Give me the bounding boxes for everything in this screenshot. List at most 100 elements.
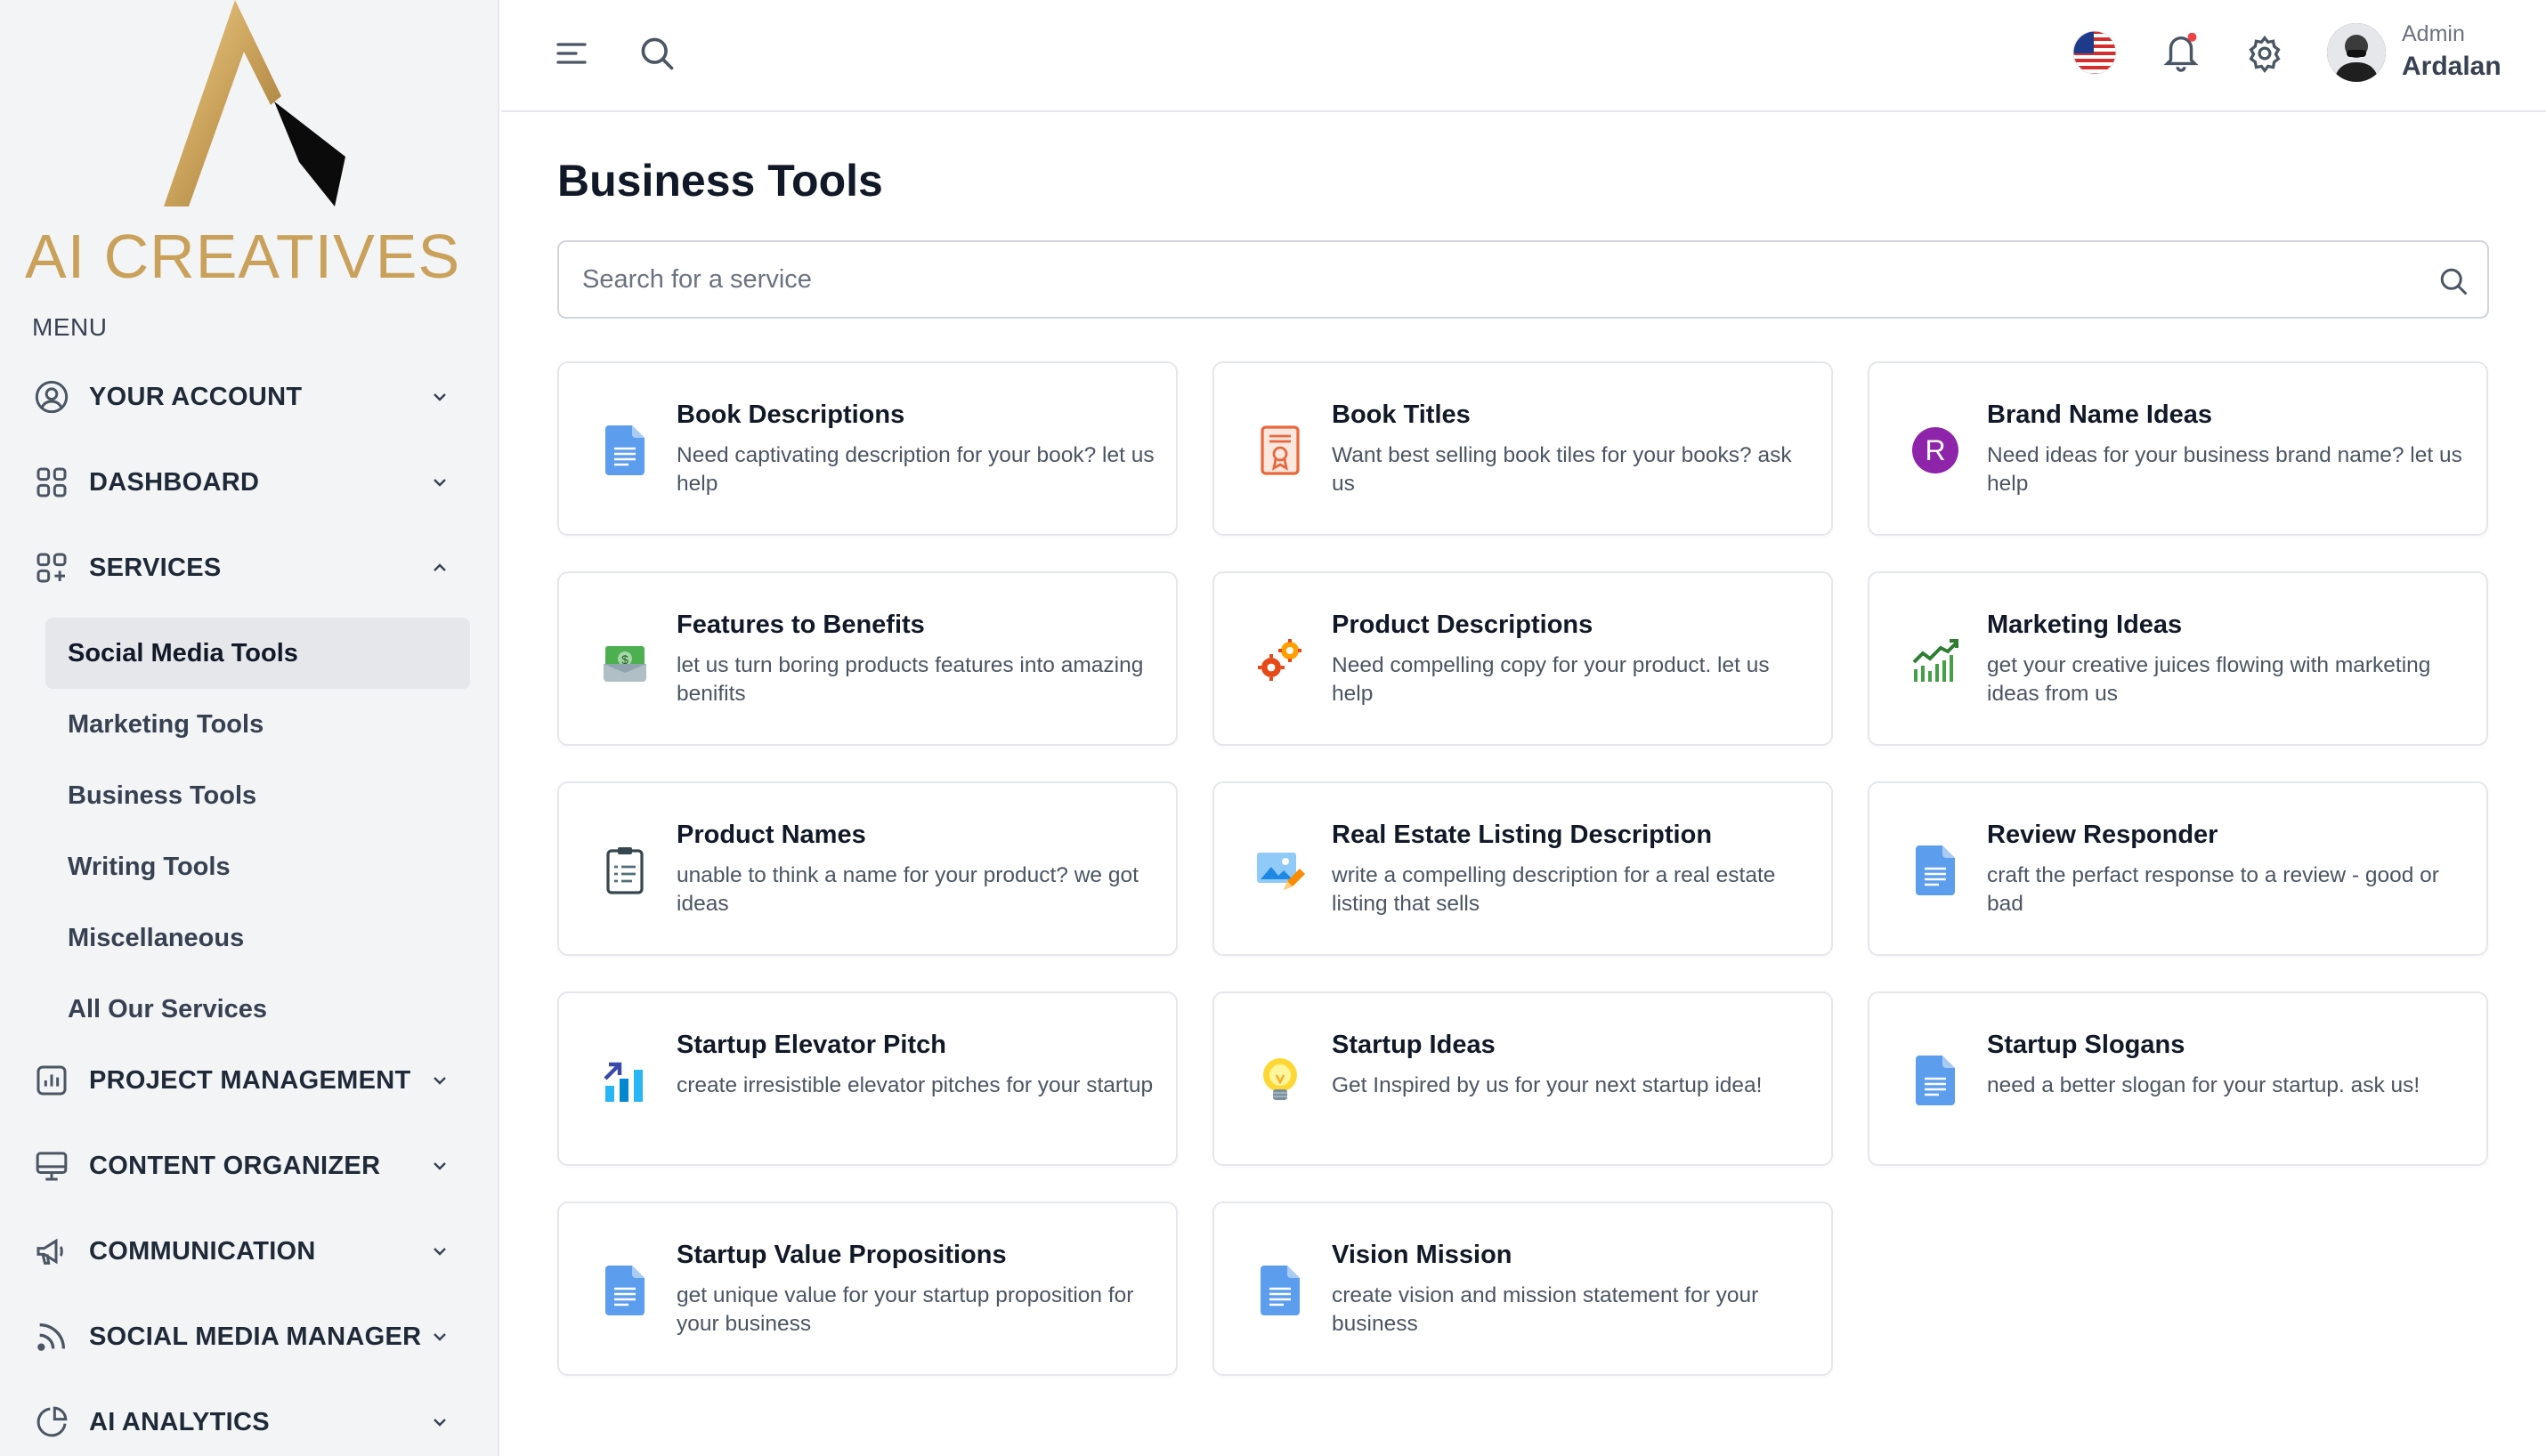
document-icon (600, 1264, 650, 1317)
document-icon (1910, 1054, 1960, 1107)
service-card[interactable]: Startup Value Propositions get unique va… (557, 1201, 1178, 1376)
document-icon (600, 424, 650, 477)
service-card[interactable]: Marketing Ideas get your creative juices… (1868, 571, 2488, 746)
pie-chart-icon (32, 1403, 71, 1442)
growth-chart-icon (1910, 634, 1960, 687)
service-card[interactable]: Product Names unable to think a name for… (557, 781, 1178, 956)
lightbulb-icon (1255, 1054, 1305, 1107)
chevron-down-icon (434, 393, 446, 401)
service-card[interactable]: Book Titles Want best selling book tiles… (1212, 361, 1833, 536)
service-card[interactable]: Book Descriptions Need captivating descr… (557, 361, 1178, 536)
card-description: create vision and mission statement for … (1332, 1283, 1759, 1336)
avatar[interactable] (2327, 23, 2386, 82)
card-title: Startup Value Propositions (677, 1241, 1007, 1269)
sub-item-social-media-tools[interactable]: Social Media Tools (45, 618, 470, 689)
document-icon (1255, 1264, 1305, 1317)
nav-ai-analytics[interactable]: AI ANALYTICS (32, 1395, 450, 1449)
gears-icon (1255, 634, 1305, 687)
service-card[interactable]: Vision Mission create vision and mission… (1212, 1201, 1833, 1376)
nav-services[interactable]: SERVICES (32, 541, 450, 595)
picture-edit-icon (1255, 844, 1305, 897)
chevron-down-icon (434, 1077, 446, 1085)
nav-content-organizer[interactable]: CONTENT ORGANIZER (32, 1139, 450, 1193)
card-description: Need ideas for your business brand name?… (1987, 443, 2462, 496)
nav-social-media-manager[interactable]: SOCIAL MEDIA MANAGER (32, 1310, 450, 1363)
us-flag-icon[interactable] (2071, 28, 2119, 77)
bell-icon[interactable] (2158, 27, 2204, 77)
letter-r-icon: R (1910, 424, 1960, 477)
sub-item-miscellaneous[interactable]: Miscellaneous (45, 902, 470, 974)
nav-label: SERVICES (89, 553, 222, 582)
sub-item-all-our-services[interactable]: All Our Services (45, 974, 470, 1045)
search-icon[interactable] (634, 30, 680, 77)
nav-label: COMMUNICATION (89, 1236, 316, 1266)
chevron-down-icon (434, 1162, 446, 1170)
nav-label: DASHBOARD (89, 467, 260, 497)
service-card[interactable]: R Brand Name Ideas Need ideas for your b… (1868, 361, 2488, 536)
service-card[interactable]: Review Responder craft the perfact respo… (1868, 781, 2488, 956)
nav-dashboard[interactable]: DASHBOARD (32, 456, 450, 509)
service-search (557, 240, 2489, 319)
card-title: Real Estate Listing Description (1332, 821, 1713, 849)
user-circle-icon (32, 377, 71, 417)
card-description: write a compelling description for a rea… (1332, 863, 1776, 916)
chevron-down-icon (434, 1248, 446, 1256)
service-card[interactable]: Startup Ideas Get Inspired by us for you… (1212, 991, 1833, 1166)
logo-mark-icon (164, 0, 345, 206)
gear-icon[interactable] (2242, 30, 2288, 77)
sub-item-writing-tools[interactable]: Writing Tools (45, 831, 470, 902)
brand-logo[interactable]: AI CREATIVES (25, 0, 470, 294)
document-icon (1910, 844, 1960, 897)
nav-your-account[interactable]: YOUR ACCOUNT (32, 370, 450, 424)
card-description: get your creative juices flowing with ma… (1987, 653, 2431, 706)
sub-item-marketing-tools[interactable]: Marketing Tools (45, 689, 470, 760)
card-description: get unique value for your startup propos… (677, 1283, 1134, 1336)
svg-text:R: R (1925, 434, 1945, 466)
nav-communication[interactable]: COMMUNICATION (32, 1225, 450, 1278)
service-card[interactable]: Startup Slogans need a better slogan for… (1868, 991, 2488, 1166)
card-title: Brand Name Ideas (1987, 400, 2213, 429)
user-role: Admin (2402, 21, 2465, 46)
card-description: Need compelling copy for your product. l… (1332, 653, 1770, 706)
nav-label: SOCIAL MEDIA MANAGER (89, 1322, 422, 1351)
service-card[interactable]: $ Features to Benefits let us turn borin… (557, 571, 1178, 746)
card-title: Book Descriptions (677, 400, 905, 429)
grid-plus-icon (32, 548, 71, 587)
card-title: Product Descriptions (1332, 611, 1593, 639)
card-title: Features to Benefits (677, 611, 925, 639)
card-description: Need captivating description for your bo… (677, 443, 1155, 496)
chevron-down-icon (434, 1333, 446, 1341)
monitor-icon (32, 1146, 71, 1185)
nav-label: CONTENT ORGANIZER (89, 1151, 381, 1180)
menu-icon[interactable] (550, 32, 593, 75)
nav-label: AI ANALYTICS (89, 1407, 270, 1436)
search-input[interactable] (582, 242, 2416, 317)
search-icon[interactable] (2437, 265, 2469, 297)
sidebar: AI CREATIVES MENU YOUR ACCOUNT DASHBOARD… (0, 0, 499, 1456)
service-card[interactable]: Real Estate Listing Description write a … (1212, 781, 1833, 956)
nav-project-management[interactable]: PROJECT MANAGEMENT (32, 1054, 450, 1107)
service-card[interactable]: Startup Elevator Pitch create irresistib… (557, 991, 1178, 1166)
grid-icon (32, 463, 71, 502)
card-description: craft the perfact response to a review -… (1987, 863, 2439, 916)
card-title: Vision Mission (1332, 1241, 1512, 1269)
brand-name: AI CREATIVES (25, 222, 461, 291)
bar-chart-up-icon (600, 1054, 650, 1107)
rss-icon (32, 1317, 71, 1356)
sub-item-business-tools[interactable]: Business Tools (45, 760, 470, 831)
chevron-down-icon (434, 1419, 446, 1427)
nav-label: PROJECT MANAGEMENT (89, 1065, 411, 1095)
chart-box-icon (32, 1061, 71, 1100)
menu-heading: MENU (32, 313, 108, 341)
card-title: Startup Ideas (1332, 1031, 1496, 1059)
money-icon: $ (600, 634, 650, 687)
chevron-up-icon (434, 563, 446, 571)
card-description: create irresistible elevator pitches for… (677, 1073, 1154, 1097)
top-header (501, 0, 2546, 112)
service-card[interactable]: Product Descriptions Need compelling cop… (1212, 571, 1833, 746)
megaphone-icon (32, 1232, 71, 1271)
card-title: Product Names (677, 821, 866, 849)
user-name[interactable]: Ardalan (2402, 52, 2501, 82)
nav-label: YOUR ACCOUNT (89, 382, 303, 411)
card-description: unable to think a name for your product?… (677, 863, 1139, 916)
